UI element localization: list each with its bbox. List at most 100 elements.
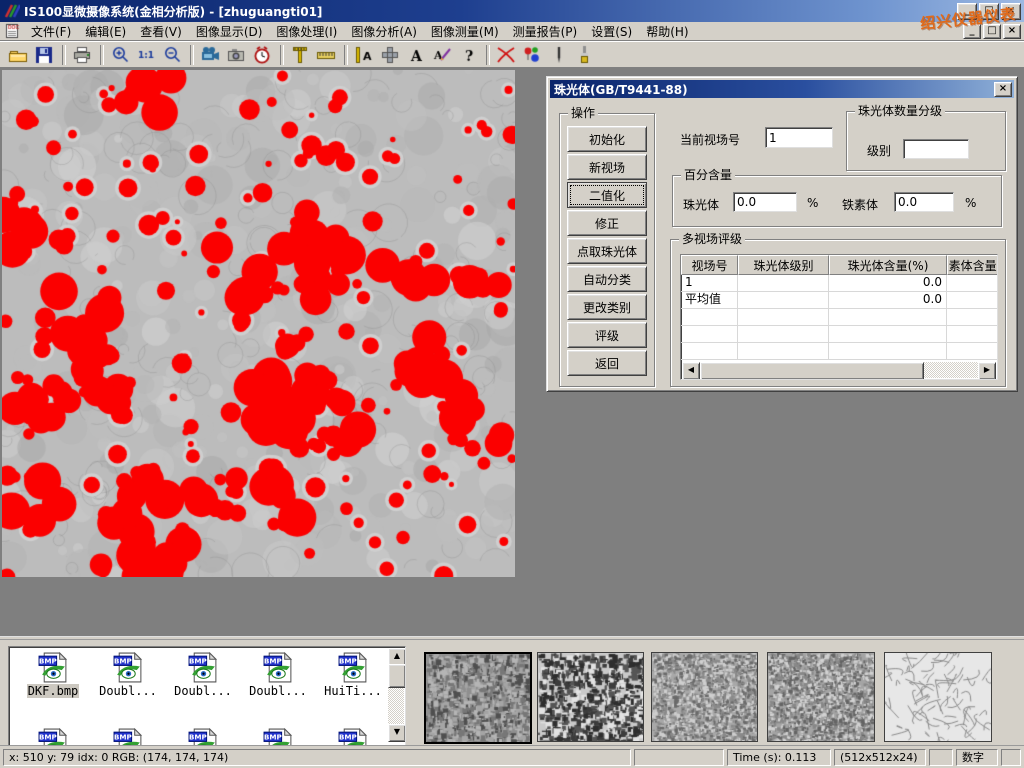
menu-image-display[interactable]: 图像显示(D) xyxy=(189,22,270,41)
thumbnail-5[interactable] xyxy=(884,652,992,742)
document-system-icon[interactable] xyxy=(4,23,20,39)
thumbnail-1[interactable] xyxy=(424,652,532,744)
menu-file[interactable]: 文件(F) xyxy=(24,22,78,41)
pearlite-percent-input[interactable] xyxy=(733,192,797,212)
menu-settings[interactable]: 设置(S) xyxy=(584,22,639,41)
actual-size-icon[interactable] xyxy=(135,44,159,66)
brush-icon[interactable] xyxy=(573,44,597,66)
init-button[interactable]: 初始化 xyxy=(567,126,647,152)
file-item[interactable]: BMP xyxy=(17,727,89,746)
camera-icon[interactable] xyxy=(225,44,249,66)
table-row[interactable]: 平均值 0.0 xyxy=(681,292,997,309)
binarize-button[interactable]: 二值化 xyxy=(567,182,647,208)
annotate-icon[interactable] xyxy=(431,44,455,66)
mdi-minimize-button[interactable]: _ xyxy=(963,24,981,39)
change-class-button[interactable]: 更改类别 xyxy=(567,294,647,320)
caliper-icon[interactable] xyxy=(289,44,313,66)
mdi-close-button[interactable]: × xyxy=(1003,24,1021,39)
operation-group-label: 操作 xyxy=(568,106,598,120)
svg-text:BMP: BMP xyxy=(113,732,131,741)
file-name[interactable]: DKF.bmp xyxy=(27,684,80,698)
status-empty-3 xyxy=(1001,749,1021,766)
pick-pearlite-button[interactable]: 点取珠光体 xyxy=(567,238,647,264)
multi-field-table[interactable]: 视场号 珠光体级别 珠光体含量(%) 铁素体含量(%) 1 0.0 平均值 0.… xyxy=(680,254,998,380)
menu-image-process[interactable]: 图像处理(I) xyxy=(269,22,344,41)
col-pearlite-content[interactable]: 珠光体含量(%) xyxy=(829,255,947,275)
col-field-no[interactable]: 视场号 xyxy=(681,255,738,275)
bmp-file-icon: BMP xyxy=(242,651,314,684)
zoom-out-icon[interactable] xyxy=(161,44,185,66)
file-item[interactable]: BMP xyxy=(317,727,389,746)
file-name[interactable]: Doubl... xyxy=(98,684,158,698)
new-field-button[interactable]: 新视场 xyxy=(567,154,647,180)
app-logo-icon xyxy=(4,3,20,19)
thumbnail-4[interactable] xyxy=(767,652,875,742)
rate-button[interactable]: 评级 xyxy=(567,322,647,348)
col-pearlite-grade[interactable]: 珠光体级别 xyxy=(738,255,829,275)
print-icon[interactable] xyxy=(71,44,95,66)
menu-image-analysis[interactable]: 图像分析(A) xyxy=(344,22,424,41)
file-item[interactable]: BMP HuiTi... xyxy=(317,651,389,698)
scroll-thumb[interactable] xyxy=(388,664,406,688)
menu-image-measure[interactable]: 图像测量(M) xyxy=(424,22,506,41)
file-item[interactable]: BMP Doubl... xyxy=(242,651,314,698)
timer-icon[interactable] xyxy=(251,44,275,66)
scroll-down-button[interactable]: ▼ xyxy=(388,724,406,742)
minimize-button[interactable]: _ xyxy=(957,3,977,20)
zoom-in-icon[interactable] xyxy=(109,44,133,66)
video-camera-icon[interactable] xyxy=(199,44,223,66)
svg-text:BMP: BMP xyxy=(38,732,56,741)
table-row[interactable]: 1 0.0 xyxy=(681,275,997,292)
col-ferrite-content[interactable]: 铁素体含量(%) xyxy=(947,255,998,275)
app-window: IS100显微摄像系统(金相分析版) - [zhuguangti01] _ □ … xyxy=(0,0,1024,768)
file-list-scrollbar[interactable]: ▲ ▼ xyxy=(388,648,404,742)
save-icon[interactable] xyxy=(33,44,57,66)
file-item[interactable]: BMP xyxy=(242,727,314,746)
file-name[interactable]: Doubl... xyxy=(248,684,308,698)
file-item[interactable]: BMP Doubl... xyxy=(167,651,239,698)
dialog-title-bar[interactable]: 珠光体(GB/T9441-88) × xyxy=(550,80,1014,98)
ferrite-percent-input[interactable] xyxy=(894,192,954,212)
pen-icon[interactable] xyxy=(547,44,571,66)
file-name[interactable]: Doubl... xyxy=(173,684,233,698)
help-icon[interactable] xyxy=(457,44,481,66)
grade-input[interactable] xyxy=(903,139,969,159)
scroll-left-button[interactable]: ◀ xyxy=(682,362,700,380)
measure-text-icon[interactable] xyxy=(353,44,377,66)
file-item[interactable]: BMP xyxy=(167,727,239,746)
table-horizontal-scrollbar[interactable]: ◀ ▶ xyxy=(682,362,996,378)
color-dots-icon[interactable] xyxy=(521,44,545,66)
dialog-close-button[interactable]: × xyxy=(994,82,1012,97)
menu-view[interactable]: 查看(V) xyxy=(133,22,189,41)
thumbnail-2[interactable] xyxy=(537,652,644,742)
grid-icon[interactable] xyxy=(379,44,403,66)
scroll-right-button[interactable]: ▶ xyxy=(978,362,996,380)
menu-edit[interactable]: 编辑(E) xyxy=(78,22,133,41)
menu-report[interactable]: 测量报告(P) xyxy=(506,22,585,41)
close-button[interactable]: × xyxy=(1001,3,1021,20)
cell-field-no: 平均值 xyxy=(681,292,738,308)
current-field-input[interactable] xyxy=(765,127,833,148)
svg-text:BMP: BMP xyxy=(188,732,206,741)
correct-button[interactable]: 修正 xyxy=(567,210,647,236)
micrograph-image[interactable] xyxy=(2,70,515,577)
file-item[interactable]: BMP xyxy=(92,727,164,746)
text-icon[interactable] xyxy=(405,44,429,66)
curve-cut-icon[interactable] xyxy=(495,44,519,66)
file-browser[interactable]: BMP DKF.bmp BMP Doubl... BMP Doubl... BM… xyxy=(8,646,406,746)
scroll-thumb[interactable] xyxy=(700,362,924,380)
auto-classify-button[interactable]: 自动分类 xyxy=(567,266,647,292)
status-mode: 数字 xyxy=(956,749,998,766)
file-item[interactable]: BMP Doubl... xyxy=(92,651,164,698)
file-item[interactable]: BMP DKF.bmp xyxy=(17,651,89,698)
mdi-restore-button[interactable]: □ xyxy=(983,24,1001,39)
restore-button[interactable]: □ xyxy=(979,3,999,20)
file-name[interactable]: HuiTi... xyxy=(323,684,383,698)
ruler-icon[interactable] xyxy=(315,44,339,66)
menu-help[interactable]: 帮助(H) xyxy=(639,22,695,41)
open-icon[interactable] xyxy=(7,44,31,66)
ferrite-label: 铁素体 xyxy=(842,196,878,213)
return-button[interactable]: 返回 xyxy=(567,350,647,376)
thumbnail-3[interactable] xyxy=(651,652,758,742)
svg-text:BMP: BMP xyxy=(188,656,206,665)
